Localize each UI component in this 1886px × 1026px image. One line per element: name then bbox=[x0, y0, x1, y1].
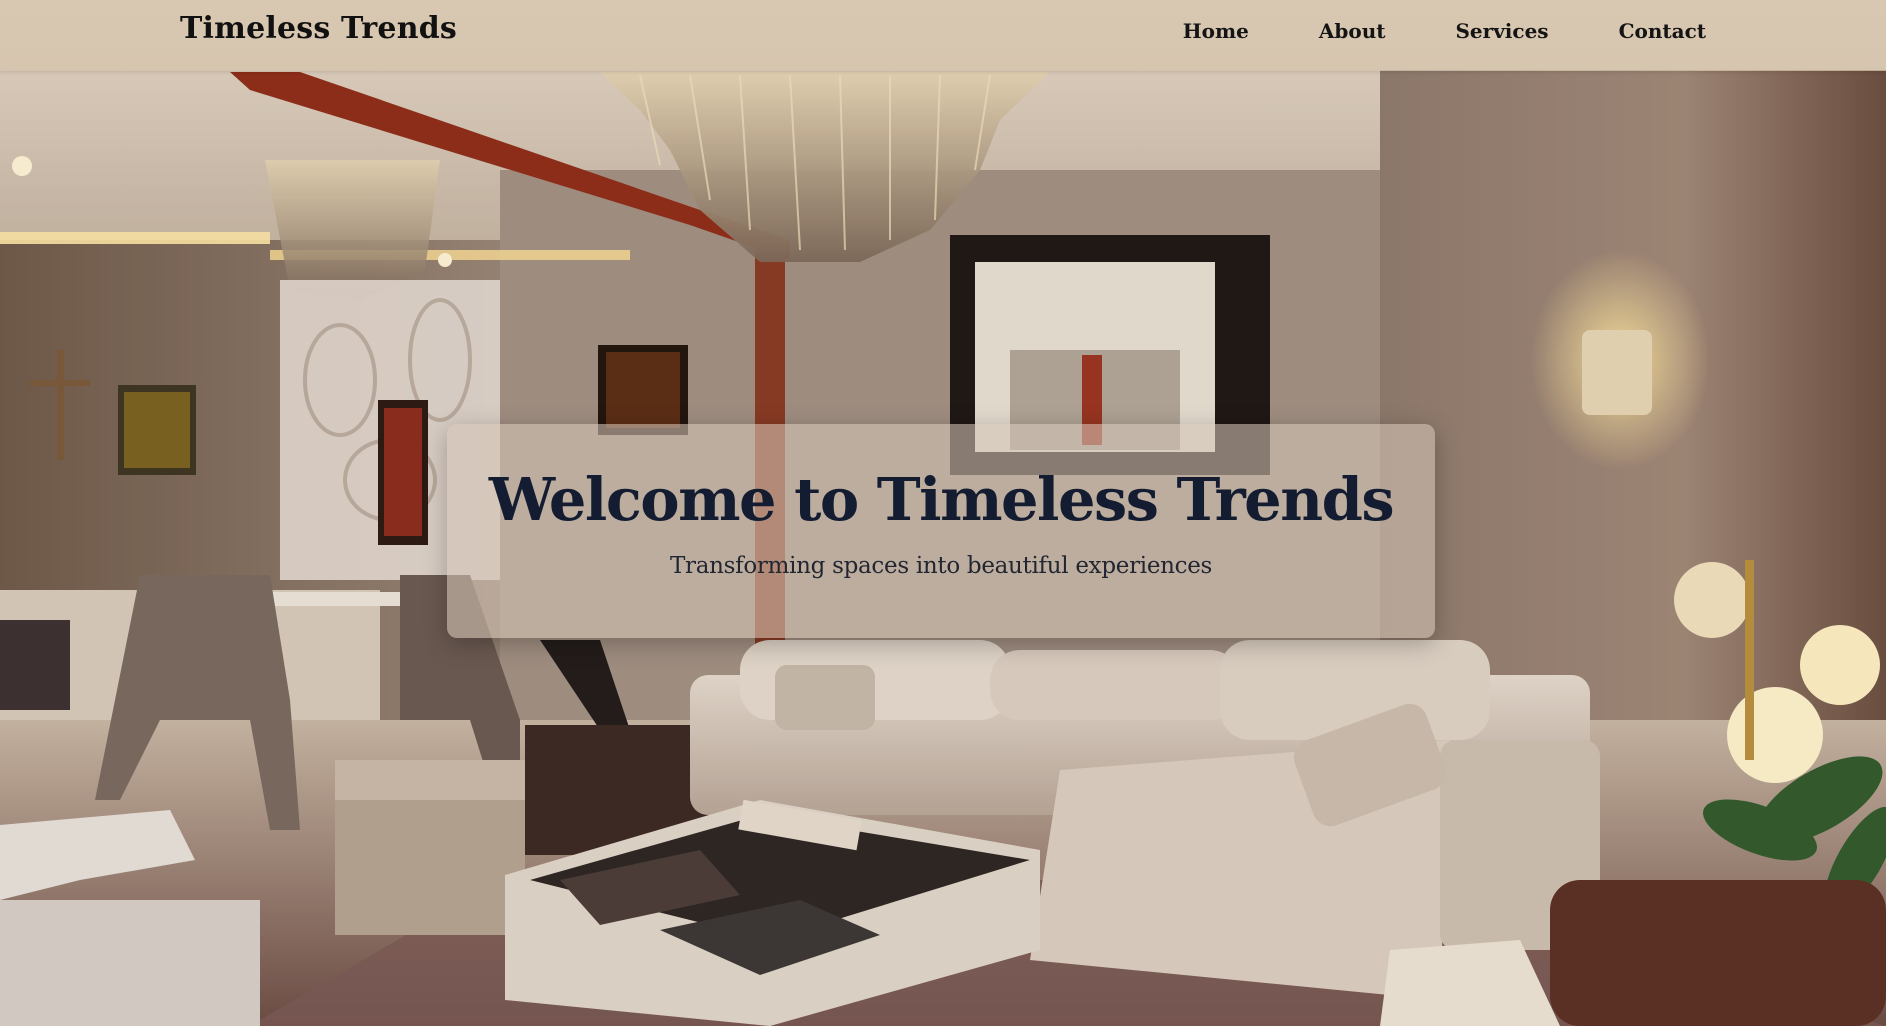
page: Timeless Trends Home About Services Cont… bbox=[0, 0, 1886, 1026]
brand-logo-link[interactable]: Timeless Trends bbox=[180, 11, 457, 46]
nav-link-services[interactable]: Services bbox=[1455, 19, 1548, 43]
hero-title: Welcome to Timeless Trends bbox=[488, 465, 1395, 534]
hero-welcome-card: Welcome to Timeless Trends Transforming … bbox=[447, 424, 1435, 638]
main-nav: Home About Services Contact bbox=[1113, 19, 1706, 43]
nav-link-about[interactable]: About bbox=[1319, 19, 1386, 43]
top-navbar: Timeless Trends Home About Services Cont… bbox=[0, 0, 1886, 71]
nav-link-contact[interactable]: Contact bbox=[1619, 19, 1706, 43]
nav-link-home[interactable]: Home bbox=[1183, 19, 1249, 43]
hero-subtitle: Transforming spaces into beautiful exper… bbox=[669, 552, 1213, 579]
